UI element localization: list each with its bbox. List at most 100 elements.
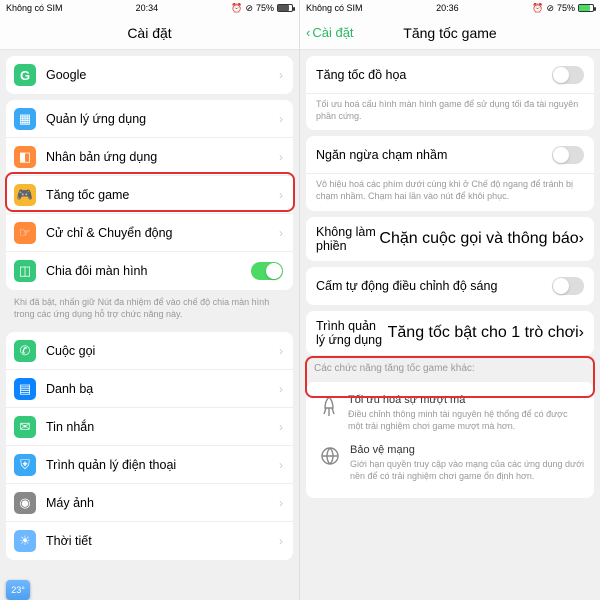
feature-desc: Giới hạn quyền truy cập vào mạng của các… bbox=[350, 458, 584, 482]
row-dnd[interactable]: Không làm phiền Chặn cuộc gọi và thông b… bbox=[306, 217, 594, 261]
row-label: Chia đôi màn hình bbox=[46, 264, 251, 278]
wifi-icon: ⊘ bbox=[546, 3, 554, 14]
phone-icon: ✆ bbox=[14, 340, 36, 362]
status-time: 20:36 bbox=[436, 3, 459, 13]
camera-icon: ◉ bbox=[14, 492, 36, 514]
row-weather[interactable]: ☀ Thời tiết › bbox=[6, 522, 293, 560]
row-label: Tăng tốc đồ họa bbox=[316, 68, 552, 82]
sim-status: Không có SIM bbox=[6, 3, 63, 13]
contacts-icon: ▤ bbox=[14, 378, 36, 400]
chevron-left-icon: ‹ bbox=[306, 25, 310, 40]
chevron-right-icon: › bbox=[279, 188, 283, 202]
google-icon: G bbox=[14, 64, 36, 86]
left-screenshot: Không có SIM 20:34 ⏰ ⊘ 75% Cài đặt G Goo… bbox=[0, 0, 300, 600]
toggle-split-screen[interactable] bbox=[251, 262, 283, 280]
row-call[interactable]: ✆ Cuộc gọi › bbox=[6, 332, 293, 370]
apps-icon: ▦ bbox=[14, 108, 36, 130]
status-bar: Không có SIM 20:36 ⏰ ⊘ 75% bbox=[300, 0, 600, 16]
chevron-right-icon: › bbox=[579, 324, 584, 342]
row-camera[interactable]: ◉ Máy ảnh › bbox=[6, 484, 293, 522]
row-sub: Chặn cuộc gọi và thông báo bbox=[379, 230, 578, 248]
globe-icon bbox=[320, 444, 340, 482]
chevron-right-icon: › bbox=[279, 420, 283, 434]
feature-desc: Điều chỉnh thông minh tài nguyên hệ thốn… bbox=[348, 408, 584, 432]
alarm-icon: ⏰ bbox=[231, 3, 242, 14]
clone-icon: ◧ bbox=[14, 146, 36, 168]
row-game-boost[interactable]: 🎮 Tăng tốc game › bbox=[6, 176, 293, 214]
row-brightness-lock[interactable]: Cấm tự động điều chỉnh độ sáng bbox=[306, 267, 594, 305]
row-label: Quản lý ứng dụng bbox=[46, 112, 275, 126]
feature-title: Bảo vệ mạng bbox=[350, 444, 584, 456]
battery-icon bbox=[277, 4, 293, 12]
title-bar: Cài đặt bbox=[0, 16, 299, 50]
row-label: Danh bạ bbox=[46, 382, 275, 396]
message-icon: ✉ bbox=[14, 416, 36, 438]
wifi-icon: ⊘ bbox=[245, 3, 253, 14]
status-time: 20:34 bbox=[136, 3, 159, 13]
row-phone-manager[interactable]: ⛨ Trình quản lý điện thoại › bbox=[6, 446, 293, 484]
back-button[interactable]: ‹Cài đặt bbox=[306, 25, 354, 40]
chevron-right-icon: › bbox=[279, 534, 283, 548]
row-app-management[interactable]: ▦ Quản lý ứng dụng › bbox=[6, 100, 293, 138]
shield-icon: ⛨ bbox=[14, 454, 36, 476]
battery-icon bbox=[578, 4, 594, 12]
row-google[interactable]: G Google › bbox=[6, 56, 293, 94]
row-label: Máy ảnh bbox=[46, 496, 275, 510]
row-split-screen[interactable]: ◫ Chia đôi màn hình bbox=[6, 252, 293, 290]
row-label: Nhân bản ứng dụng bbox=[46, 150, 275, 164]
chevron-right-icon: › bbox=[279, 382, 283, 396]
row-graphics-boost[interactable]: Tăng tốc đồ họa bbox=[306, 56, 594, 94]
row-desc: Vô hiệu hoá các phím dưới cùng khi ở Chế… bbox=[306, 174, 594, 210]
back-label: Cài đặt bbox=[312, 25, 353, 40]
row-label: Trình quản lý điện thoại bbox=[46, 458, 275, 472]
page-title: Cài đặt bbox=[127, 25, 171, 41]
row-label: Không làm phiền bbox=[316, 225, 379, 253]
feature-network: Bảo vệ mạng Giới hạn quyền truy cập vào … bbox=[306, 438, 594, 488]
row-app-manager[interactable]: Trình quản lý ứng dụng Tăng tốc bật cho … bbox=[306, 311, 594, 355]
weather-icon: ☀ bbox=[14, 530, 36, 552]
toggle-graphics[interactable] bbox=[552, 66, 584, 84]
title-bar: ‹Cài đặt Tăng tốc game bbox=[300, 16, 600, 50]
page-title: Tăng tốc game bbox=[403, 25, 496, 41]
toggle-prevent-touch[interactable] bbox=[552, 146, 584, 164]
split-icon: ◫ bbox=[14, 260, 36, 282]
row-label: Tăng tốc game bbox=[46, 188, 275, 202]
chevron-right-icon: › bbox=[579, 230, 584, 248]
row-sub: Tăng tốc bật cho 1 trò chơi bbox=[388, 324, 579, 342]
chevron-right-icon: › bbox=[279, 344, 283, 358]
weather-widget[interactable]: 23° bbox=[6, 580, 30, 600]
row-label: Tin nhắn bbox=[46, 420, 275, 434]
row-label: Trình quản lý ứng dụng bbox=[316, 319, 388, 347]
gesture-icon: ☞ bbox=[14, 222, 36, 244]
alarm-icon: ⏰ bbox=[532, 3, 543, 14]
gamepad-icon: 🎮 bbox=[14, 184, 36, 206]
row-desc: Tối ưu hoá cấu hình màn hình game để sử … bbox=[306, 94, 594, 130]
rocket-icon bbox=[320, 394, 338, 432]
status-bar: Không có SIM 20:34 ⏰ ⊘ 75% bbox=[0, 0, 299, 16]
row-label: Cuộc gọi bbox=[46, 344, 275, 358]
other-features-head: Các chức năng tăng tốc game khác: bbox=[300, 355, 600, 376]
feature-title: Tối ưu hoá sự mượt mà bbox=[348, 394, 584, 406]
row-label: Cử chỉ & Chuyển động bbox=[46, 226, 275, 240]
chevron-right-icon: › bbox=[279, 226, 283, 240]
sim-status: Không có SIM bbox=[306, 3, 363, 13]
chevron-right-icon: › bbox=[279, 496, 283, 510]
chevron-right-icon: › bbox=[279, 458, 283, 472]
battery-pct: 75% bbox=[557, 3, 575, 13]
row-contacts[interactable]: ▤ Danh bạ › bbox=[6, 370, 293, 408]
feature-smooth: Tối ưu hoá sự mượt mà Điều chỉnh thông m… bbox=[306, 388, 594, 438]
chevron-right-icon: › bbox=[279, 150, 283, 164]
toggle-brightness[interactable] bbox=[552, 277, 584, 295]
row-label: Thời tiết bbox=[46, 534, 275, 548]
row-sms[interactable]: ✉ Tin nhắn › bbox=[6, 408, 293, 446]
chevron-right-icon: › bbox=[279, 68, 283, 82]
split-screen-hint: Khi đã bật, nhấn giữ Nút đa nhiệm để vào… bbox=[0, 290, 299, 326]
chevron-right-icon: › bbox=[279, 112, 283, 126]
row-label: Ngăn ngừa chạm nhầm bbox=[316, 148, 552, 162]
row-label: Cấm tự động điều chỉnh độ sáng bbox=[316, 279, 552, 293]
row-prevent-touch[interactable]: Ngăn ngừa chạm nhầm bbox=[306, 136, 594, 174]
row-label: Google bbox=[46, 68, 275, 82]
row-gestures[interactable]: ☞ Cử chỉ & Chuyển động › bbox=[6, 214, 293, 252]
row-clone-apps[interactable]: ◧ Nhân bản ứng dụng › bbox=[6, 138, 293, 176]
battery-pct: 75% bbox=[256, 3, 274, 13]
